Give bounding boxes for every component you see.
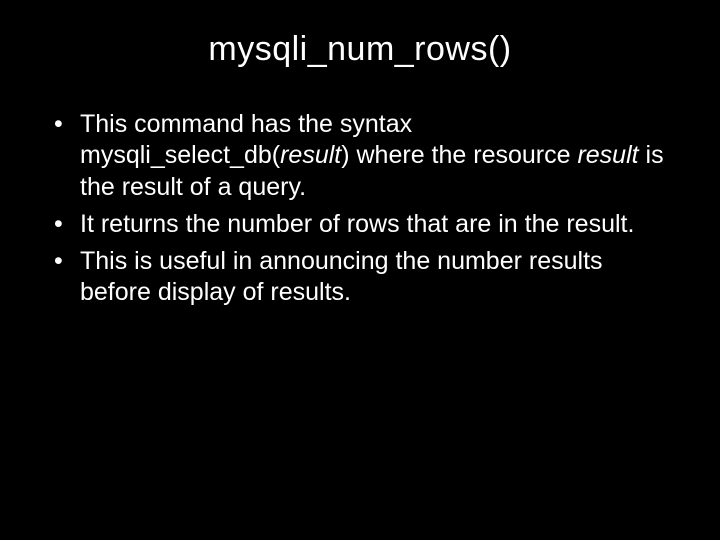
- bullet-text: This is useful in announcing the number …: [80, 247, 603, 306]
- list-item: This is useful in announcing the number …: [50, 246, 680, 309]
- bullet-list: This command has the syntax mysqli_selec…: [50, 109, 680, 309]
- bullet-text: ) where the resource: [341, 141, 577, 169]
- bullet-text: It returns the number of rows that are i…: [80, 210, 634, 238]
- slide: mysqli_num_rows() This command has the s…: [0, 0, 720, 540]
- list-item: This command has the syntax mysqli_selec…: [50, 109, 680, 203]
- bullet-arg: result: [577, 141, 638, 169]
- list-item: It returns the number of rows that are i…: [50, 209, 680, 240]
- bullet-arg: result: [280, 141, 341, 169]
- slide-title: mysqli_num_rows(): [40, 30, 680, 69]
